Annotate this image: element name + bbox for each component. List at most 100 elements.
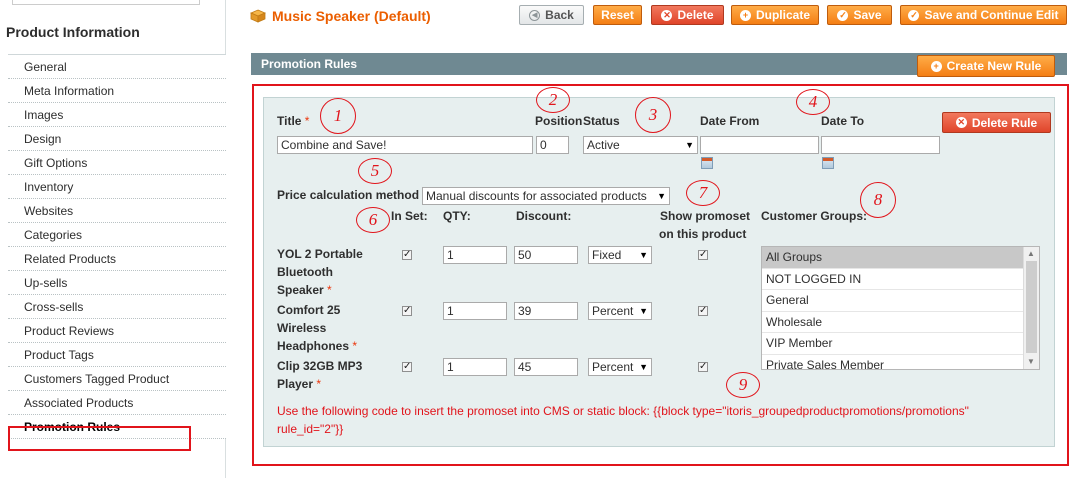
annotation-9: 9 xyxy=(726,372,760,398)
save-and-continue-label: Save and Continue Edit xyxy=(924,8,1059,22)
required-mark: * xyxy=(316,377,322,391)
product-name-line: Wireless xyxy=(277,321,327,335)
product-name-line: Speaker xyxy=(277,283,324,297)
discount-type-select[interactable]: Fixed ▼ xyxy=(588,246,652,264)
duplicate-button[interactable]: + Duplicate xyxy=(731,5,819,25)
scroll-down-icon[interactable]: ▼ xyxy=(1027,357,1035,366)
customer-groups-scrollbar[interactable]: ▲ ▼ xyxy=(1023,247,1039,369)
discount-input[interactable]: 39 xyxy=(514,302,578,320)
embed-code-line: Use the following code to insert the pro… xyxy=(277,404,969,418)
customer-group-option[interactable]: Wholesale xyxy=(762,312,1024,333)
page-title-text: Music Speaker (Default) xyxy=(272,8,431,24)
sidebar-item-design[interactable]: Design xyxy=(8,127,226,151)
qty-input[interactable]: 1 xyxy=(443,246,507,264)
required-mark: * xyxy=(327,283,332,297)
sidebar-item-meta-information[interactable]: Meta Information xyxy=(8,79,226,103)
save-button[interactable]: ✓ Save xyxy=(827,5,892,25)
sidebar-item-general[interactable]: General xyxy=(8,55,226,79)
save-and-continue-button[interactable]: ✓ Save and Continue Edit xyxy=(900,5,1067,25)
price-calc-label: Price calculation method xyxy=(277,188,420,202)
date-from-input[interactable] xyxy=(700,136,819,154)
dropdown-arrow-icon: ▼ xyxy=(639,306,648,316)
delete-button[interactable]: ✕ Delete xyxy=(651,5,724,25)
annotation-8: 8 xyxy=(860,182,896,218)
title-input[interactable]: Combine and Save! xyxy=(277,136,533,154)
date-to-calendar-icon[interactable] xyxy=(822,157,834,169)
customer-group-option[interactable]: General xyxy=(762,290,1024,312)
sidebar-item-cross-sells[interactable]: Cross-sells xyxy=(8,295,226,319)
product-name-line: Bluetooth xyxy=(277,265,333,279)
active-tab-highlight xyxy=(8,426,191,451)
product-name: YOL 2 Portable Bluetooth Speaker * xyxy=(277,245,377,299)
scrollbar-thumb[interactable] xyxy=(1026,261,1037,353)
position-input[interactable]: 0 xyxy=(536,136,569,154)
qty-input[interactable]: 1 xyxy=(443,358,507,376)
customer-group-option[interactable]: All Groups xyxy=(762,247,1024,269)
annotation-3: 3 xyxy=(635,97,671,133)
sidebar-item-up-sells[interactable]: Up-sells xyxy=(8,271,226,295)
sidebar-item-product-reviews[interactable]: Product Reviews xyxy=(8,319,226,343)
required-mark: * xyxy=(352,339,358,353)
show-promoset-checkbox[interactable]: ✓ xyxy=(698,306,708,316)
sidebar-item-inventory[interactable]: Inventory xyxy=(8,175,226,199)
price-calc-select-value: Manual discounts for associated products xyxy=(426,189,647,203)
product-name-line: Comfort 25 xyxy=(277,303,341,317)
sidebar-item-product-tags[interactable]: Product Tags xyxy=(8,343,226,367)
reset-button-label: Reset xyxy=(601,8,634,22)
required-mark: * xyxy=(304,114,310,128)
qty-input[interactable]: 1 xyxy=(443,302,507,320)
in-set-checkbox[interactable]: ✓ xyxy=(402,362,412,372)
show-promoset-header-line2: on this product xyxy=(659,227,747,241)
back-button[interactable]: ◀ Back xyxy=(519,5,584,25)
date-to-input[interactable] xyxy=(821,136,940,154)
sidebar-item-related-products[interactable]: Related Products xyxy=(8,247,226,271)
delete-button-label: Delete xyxy=(677,8,714,22)
discount-type-select[interactable]: Percent ▼ xyxy=(588,358,652,376)
dropdown-arrow-icon: ▼ xyxy=(657,191,666,201)
sidebar-item-categories[interactable]: Categories xyxy=(8,223,226,247)
in-set-header: In Set: xyxy=(391,209,428,223)
scroll-up-icon[interactable]: ▲ xyxy=(1027,249,1035,258)
create-new-rule-button[interactable]: + Create New Rule xyxy=(917,55,1055,77)
delete-rule-button[interactable]: ✕ Delete Rule xyxy=(942,112,1051,133)
sidebar-heading: Product Information xyxy=(6,24,140,40)
date-from-label: Date From xyxy=(700,114,760,128)
dropdown-arrow-icon: ▼ xyxy=(639,362,648,372)
product-name: Clip 32GB MP3 Player * xyxy=(277,357,377,393)
sidebar-item-images[interactable]: Images xyxy=(8,103,226,127)
discount-input[interactable]: 50 xyxy=(514,246,578,264)
save-button-label: Save xyxy=(853,8,882,22)
page-title: Music Speaker (Default) xyxy=(250,8,431,24)
sidebar-item-gift-options[interactable]: Gift Options xyxy=(8,151,226,175)
sidebar-tab-list: General Meta Information Images Design G… xyxy=(8,54,226,439)
reset-button[interactable]: Reset xyxy=(593,5,642,25)
plus-icon: + xyxy=(930,60,942,72)
customer-group-option[interactable]: Private Sales Member xyxy=(762,355,1024,370)
duplicate-button-label: Duplicate xyxy=(755,8,810,22)
delete-x-icon: ✕ xyxy=(955,117,967,128)
price-calc-select[interactable]: Manual discounts for associated products… xyxy=(422,187,670,205)
customer-group-option[interactable]: VIP Member xyxy=(762,333,1024,355)
status-select[interactable]: Active ▼ xyxy=(583,136,698,154)
show-promoset-checkbox[interactable]: ✓ xyxy=(698,362,708,372)
back-button-label: Back xyxy=(545,8,574,22)
discount-type-value: Fixed xyxy=(592,248,622,262)
sidebar-item-associated-products[interactable]: Associated Products xyxy=(8,391,226,415)
show-promoset-header-line1: Show promoset xyxy=(660,209,751,223)
customer-group-option[interactable]: NOT LOGGED IN xyxy=(762,269,1024,290)
in-set-checkbox[interactable]: ✓ xyxy=(402,250,412,260)
back-arrow-icon: ◀ xyxy=(529,9,541,21)
dropdown-arrow-icon: ▼ xyxy=(685,140,694,150)
in-set-checkbox[interactable]: ✓ xyxy=(402,306,412,316)
show-promoset-checkbox[interactable]: ✓ xyxy=(698,250,708,260)
discount-input[interactable]: 45 xyxy=(514,358,578,376)
date-from-calendar-icon[interactable] xyxy=(701,157,713,169)
customer-groups-multiselect[interactable]: All Groups NOT LOGGED IN General Wholesa… xyxy=(761,246,1040,370)
position-label: Position xyxy=(535,114,583,128)
sidebar-item-websites[interactable]: Websites xyxy=(8,199,226,223)
discount-type-value: Percent xyxy=(592,360,634,374)
status-select-value: Active xyxy=(587,138,620,152)
customer-groups-list: All Groups NOT LOGGED IN General Wholesa… xyxy=(762,247,1024,370)
discount-type-select[interactable]: Percent ▼ xyxy=(588,302,652,320)
sidebar-item-customers-tagged-product[interactable]: Customers Tagged Product xyxy=(8,367,226,391)
